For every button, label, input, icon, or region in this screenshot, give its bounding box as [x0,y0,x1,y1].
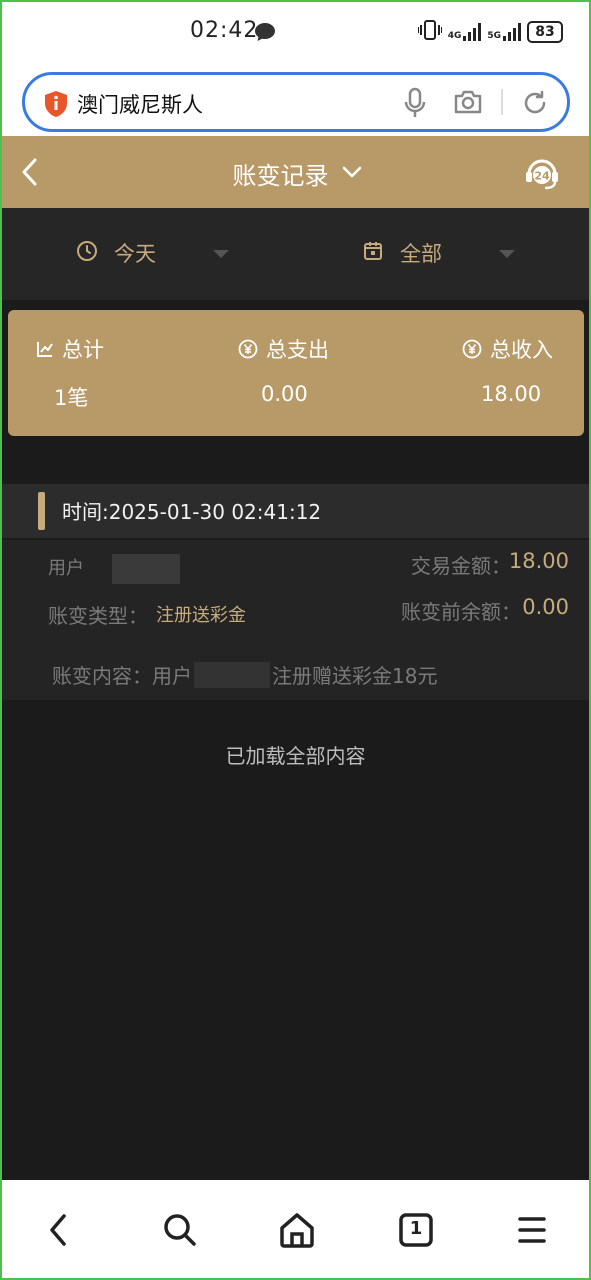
page-title-text[interactable]: 账变记录 [233,162,329,190]
record-accent-bar [38,492,45,530]
vibrate-icon [416,20,443,44]
address-bar[interactable]: 澳门威尼斯人 [22,72,570,132]
app-header: 账变记录 24 [0,136,591,208]
yen-circle-icon [462,339,482,359]
signal-4g: 4G [448,23,482,41]
signal-bars-icon [503,23,521,41]
nav-tabs-icon[interactable]: 1 [396,1210,436,1254]
record-content-redacted [194,661,270,688]
summary-expense-label: 总支出 [266,338,329,362]
all-loaded-text: 已加载全部内容 [225,744,366,768]
customer-service-24h-icon[interactable]: 24 [522,152,562,196]
status-bar: 02:42 4G 5G 83 [0,0,591,64]
category-filter[interactable]: 全部 [362,236,516,270]
address-text[interactable]: 澳门威尼斯人 [77,89,203,119]
dropdown-triangle-icon[interactable] [212,244,230,263]
nav-menu-icon[interactable] [516,1210,548,1254]
chevron-down-icon[interactable] [342,164,362,183]
summary-total-value: 1笔 [54,386,89,410]
record-item[interactable]: 用户 账变类型： 注册送彩金 交易金额： 18.00 账变前余额： 0.00 账… [0,540,591,700]
summary-total-label: 总计 [62,338,104,362]
camera-icon[interactable] [453,89,483,119]
record-time: 时间:2025-01-30 02:41:12 [62,500,322,524]
dropdown-triangle-icon[interactable] [498,244,516,263]
signal-5g: 5G [487,23,521,41]
category-filter-label[interactable]: 全部 [400,238,442,268]
nav-search-icon[interactable] [160,1210,200,1254]
record-content-suffix: 注册赠送彩金18元 [272,664,438,688]
address-bar-divider [501,89,503,115]
date-filter[interactable]: 今天 [76,236,230,270]
record-user-label: 用户 [48,558,84,579]
nav-back-icon[interactable] [44,1210,72,1254]
battery-icon: 83 [527,21,563,43]
date-filter-label[interactable]: 今天 [114,238,156,268]
network-4g-label: 4G [447,31,462,41]
page-title[interactable]: 账变记录 [0,156,591,191]
browser-toolbar: 澳门威尼斯人 [0,64,591,136]
message-icon [254,22,276,46]
summary-income-label: 总收入 [490,338,553,362]
record-user-redacted [112,554,180,584]
shield-icon[interactable] [43,90,69,122]
nav-home-icon[interactable] [277,1210,317,1254]
summary-income: 总收入 [462,334,553,364]
summary-income-value: 18.00 [481,382,542,406]
record-content: 账变内容：用户 注册赠送彩金18元 [52,660,437,689]
tab-count[interactable]: 1 [396,1218,436,1239]
yen-circle-icon [238,339,258,359]
record-type-label: 账变类型： [48,604,148,628]
summary-total: 总计 [36,334,104,364]
record-content-prefix: 账变内容：用户 [52,664,192,688]
svg-text:24: 24 [534,170,550,183]
status-time: 02:42 [190,18,259,43]
summary-card: 总计 总支出 总收入 1笔 0.00 18.00 [8,310,584,436]
browser-bottom-nav: 1 [0,1180,591,1280]
filter-bar: 今天 全部 [0,208,591,300]
record-type-value: 注册送彩金 [156,605,246,626]
summary-expense: 总支出 [238,334,329,364]
record-amount-value: 18.00 [508,549,569,573]
microphone-icon[interactable] [403,87,427,123]
reload-icon[interactable] [521,89,549,121]
network-5g-label: 5G [487,31,501,41]
line-chart-icon [36,340,54,358]
calendar-icon [362,240,384,266]
record-pre-balance-label: 账变前余额： [401,600,521,624]
clock-icon [76,240,98,266]
summary-expense-value: 0.00 [261,382,308,406]
record-header: 时间:2025-01-30 02:41:12 [0,484,591,538]
record-pre-balance-value: 0.00 [522,595,569,619]
signal-bars-icon [463,23,482,41]
record-amount-label: 交易金额： [411,554,511,578]
status-icons: 4G 5G 83 [416,20,563,44]
